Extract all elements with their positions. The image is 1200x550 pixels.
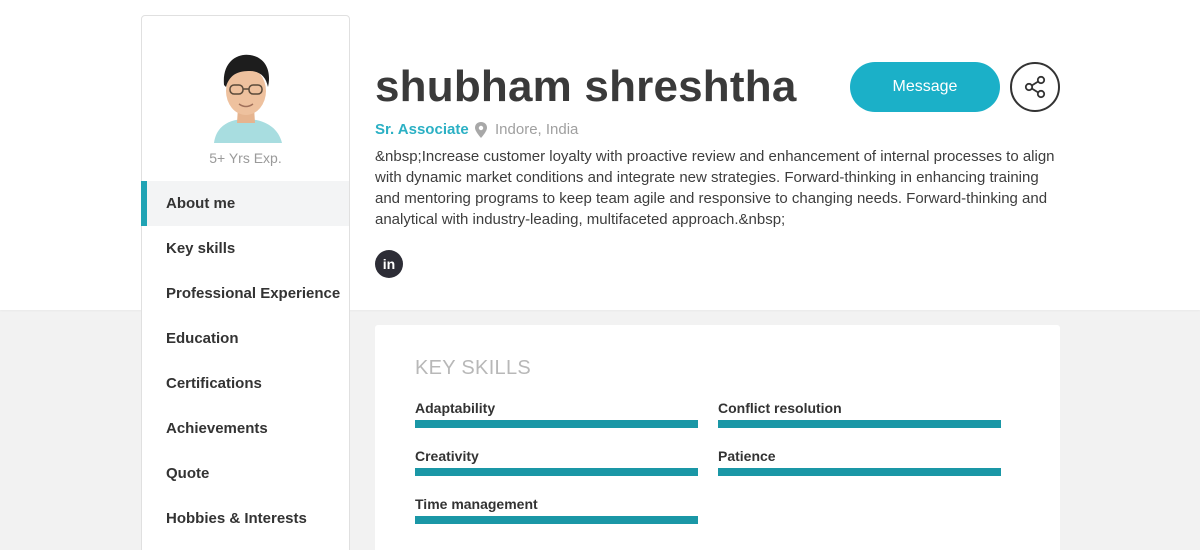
profile-bio: &nbsp;Increase customer loyalty with pro…	[375, 148, 1055, 228]
skill-label: Adaptability	[415, 400, 496, 416]
skill-bar-fill	[718, 468, 1001, 476]
skill-bar	[718, 420, 1001, 428]
skill-bar	[415, 468, 698, 476]
skill-label: Patience	[718, 448, 776, 464]
profile-location: Indore, India	[474, 121, 578, 138]
message-button[interactable]: Message	[850, 62, 1000, 112]
avatar	[202, 41, 290, 143]
location-text: Indore, India	[495, 121, 579, 138]
skill-bar-fill	[415, 468, 698, 476]
map-pin-icon	[475, 121, 487, 138]
sidebar-item-achievements[interactable]: Achievements	[142, 406, 349, 451]
sidebar-item-education[interactable]: Education	[142, 316, 349, 361]
skill-bar	[415, 516, 698, 524]
linkedin-icon[interactable]: in	[375, 250, 403, 278]
sidebar-item-quote[interactable]: Quote	[142, 451, 349, 496]
share-button[interactable]	[1010, 62, 1060, 112]
experience-label: 5+ Yrs Exp.	[209, 150, 282, 166]
skill-time-management: Time management	[415, 496, 698, 524]
skill-bar	[718, 468, 1001, 476]
skill-conflict-resolution: Conflict resolution	[718, 400, 1001, 428]
sidebar-item-certifications[interactable]: Certifications	[142, 361, 349, 406]
sidebar-nav: About me Key skills Professional Experie…	[141, 181, 349, 541]
skill-adaptability: Adaptability	[415, 400, 698, 428]
skill-bar	[415, 420, 698, 428]
sidebar-item-key-skills[interactable]: Key skills	[142, 226, 349, 271]
skill-label: Conflict resolution	[718, 400, 842, 416]
sidebar-item-about-me[interactable]: About me	[141, 181, 349, 226]
skill-patience: Patience	[718, 448, 1001, 476]
skill-creativity: Creativity	[415, 448, 698, 476]
key-skills-title: KEY SKILLS	[415, 357, 532, 379]
skill-label: Creativity	[415, 448, 479, 464]
skill-bar-fill	[415, 420, 698, 428]
share-icon	[1024, 75, 1046, 99]
key-skills-card: KEY SKILLS Adaptability Conflict resolut…	[375, 325, 1060, 550]
skill-label: Time management	[415, 496, 538, 512]
sidebar-item-professional-experience[interactable]: Professional Experience	[142, 271, 349, 316]
skill-bar-fill	[718, 420, 1001, 428]
skill-bar-fill	[415, 516, 698, 524]
sidebar-item-hobbies-interests[interactable]: Hobbies & Interests	[142, 496, 349, 541]
profile-name: shubham shreshtha	[375, 62, 797, 111]
profile-sidebar: 5+ Yrs Exp. About me Key skills Professi…	[141, 15, 350, 550]
profile-designation: Sr. Associate	[375, 121, 469, 138]
